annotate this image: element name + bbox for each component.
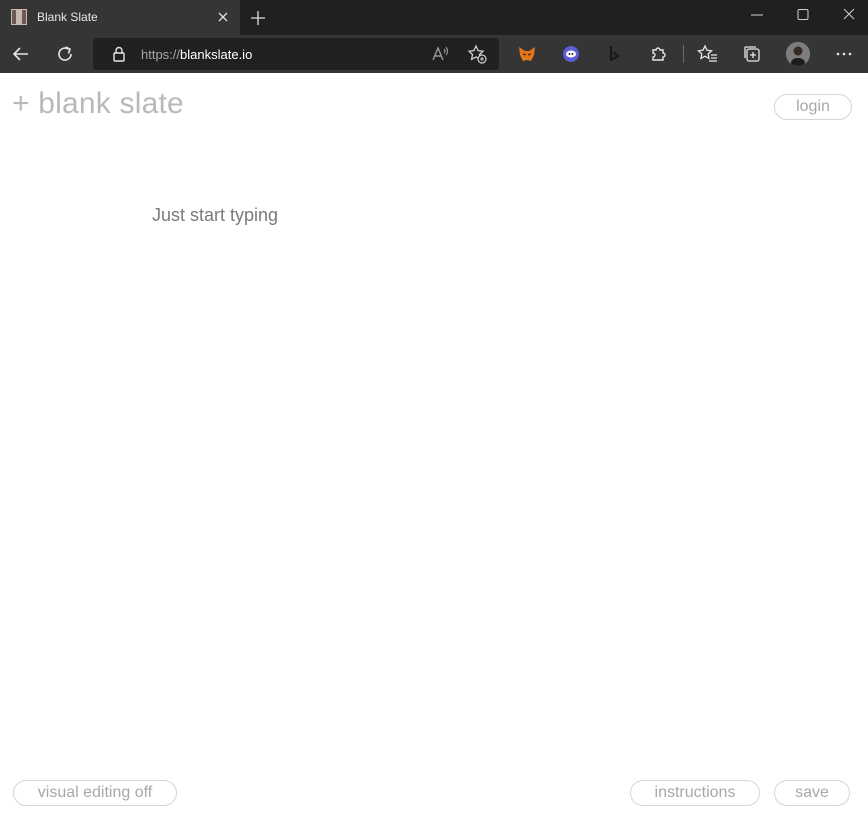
refresh-icon[interactable] <box>54 43 76 65</box>
url-text[interactable]: https://blankslate.io <box>141 47 252 62</box>
favorites-icon[interactable] <box>697 43 719 65</box>
add-favorite-icon[interactable] <box>466 43 488 65</box>
read-aloud-icon[interactable] <box>429 43 451 65</box>
toolbar-separator <box>683 45 684 63</box>
more-menu-icon[interactable] <box>833 43 855 65</box>
lock-icon[interactable] <box>108 43 130 65</box>
ghost-extension-icon[interactable] <box>560 43 582 65</box>
bing-icon[interactable] <box>604 43 626 65</box>
window-close-icon[interactable] <box>835 4 863 26</box>
login-button[interactable]: login <box>774 94 852 120</box>
puzzle-extensions-icon[interactable] <box>648 43 670 65</box>
tab-blank-slate[interactable]: Blank Slate <box>0 0 240 35</box>
address-bar[interactable]: https://blankslate.io <box>93 38 499 70</box>
save-button[interactable]: save <box>774 780 850 806</box>
blank-slate-page: + blank slate login Just start typing vi… <box>0 73 868 821</box>
url-host: blankslate.io <box>180 47 253 62</box>
blank-slate-favicon-icon <box>11 9 27 25</box>
maximize-icon[interactable] <box>789 4 817 26</box>
new-tab-icon[interactable] <box>248 8 268 28</box>
minimize-icon[interactable] <box>743 4 771 26</box>
site-logo[interactable]: + blank slate <box>12 87 184 121</box>
browser-toolbar: https://blankslate.io <box>0 35 868 73</box>
url-scheme: https:// <box>141 47 181 62</box>
visual-editing-toggle[interactable]: visual editing off <box>13 780 177 806</box>
tab-close-icon[interactable] <box>214 8 232 26</box>
browser-title-bar: Blank Slate <box>0 0 868 35</box>
collections-icon[interactable] <box>741 43 763 65</box>
tab-title: Blank Slate <box>37 10 98 24</box>
instructions-button[interactable]: instructions <box>630 780 760 806</box>
editor-placeholder[interactable]: Just start typing <box>152 205 278 226</box>
metamask-fox-icon[interactable] <box>516 43 538 65</box>
profile-avatar[interactable] <box>786 42 810 66</box>
back-arrow-icon[interactable] <box>10 43 32 65</box>
